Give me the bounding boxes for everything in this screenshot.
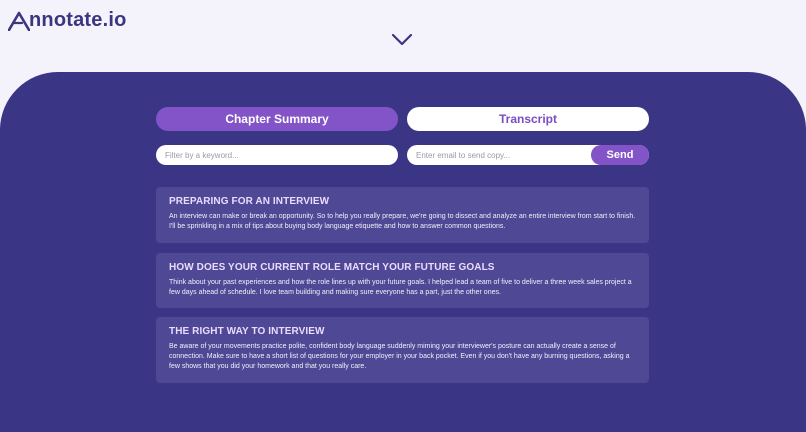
- chapter-title: HOW DOES YOUR CURRENT ROLE MATCH YOUR FU…: [169, 262, 495, 273]
- app-logo[interactable]: nnotate.io: [8, 9, 127, 32]
- chapter-title: PREPARING FOR AN INTERVIEW: [169, 196, 330, 207]
- chapter-title: THE RIGHT WAY TO INTERVIEW: [169, 326, 325, 337]
- chapter-card[interactable]: THE RIGHT WAY TO INTERVIEW Be aware of y…: [156, 317, 649, 383]
- tab-bar: Chapter Summary Transcript: [156, 107, 649, 131]
- chapter-card[interactable]: PREPARING FOR AN INTERVIEW An interview …: [156, 187, 649, 243]
- chevron-down-icon[interactable]: [391, 33, 413, 47]
- email-form: Send: [407, 145, 649, 165]
- tab-transcript[interactable]: Transcript: [407, 107, 649, 131]
- chapter-summary-text: An interview can make or break an opport…: [169, 213, 636, 230]
- chapter-card[interactable]: HOW DOES YOUR CURRENT ROLE MATCH YOUR FU…: [156, 253, 649, 308]
- chapter-summary-text: Think about your past experiences and ho…: [169, 279, 632, 296]
- logo-a-icon: [8, 11, 30, 31]
- keyword-filter-input[interactable]: [156, 145, 398, 165]
- send-button[interactable]: Send: [591, 145, 649, 165]
- tab-chapter-summary[interactable]: Chapter Summary: [156, 107, 398, 131]
- logo-text: nnotate.io: [29, 9, 127, 31]
- chapter-summary-text: Be aware of your movements practice poli…: [169, 343, 630, 370]
- email-input[interactable]: [407, 145, 597, 165]
